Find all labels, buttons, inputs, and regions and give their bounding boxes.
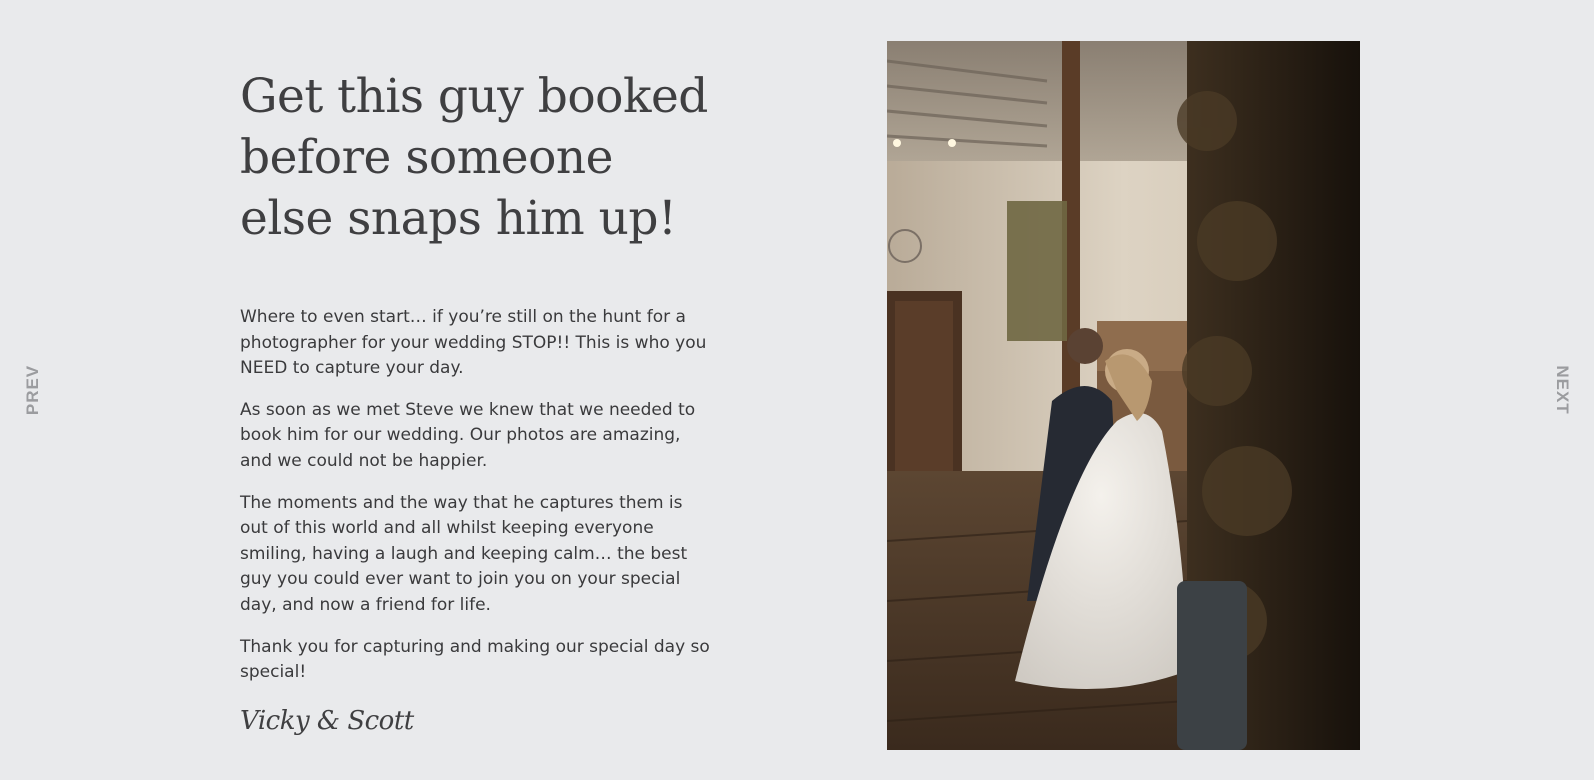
photo-illustration — [887, 41, 1360, 750]
next-button[interactable]: NEXT — [1552, 365, 1572, 414]
testimonial-paragraph: Where to even start… if you’re still on … — [240, 307, 707, 379]
testimonial-paragraph: As soon as we met Steve we knew that we … — [240, 399, 696, 471]
prev-button[interactable]: PREV — [23, 365, 43, 415]
wedding-couple-photo — [887, 41, 1360, 750]
testimonial-headline: Get this guy booked before someone else … — [240, 69, 708, 246]
testimonial-body: Where to even start… if you’re still on … — [240, 305, 710, 686]
testimonial-paragraph: The moments and the way that he captures… — [240, 492, 688, 615]
testimonial-signature: Vicky & Scott — [240, 705, 414, 736]
testimonial-block: Get this guy booked before someone else … — [240, 66, 720, 736]
testimonial-paragraph: Thank you for capturing and making our s… — [240, 636, 710, 683]
